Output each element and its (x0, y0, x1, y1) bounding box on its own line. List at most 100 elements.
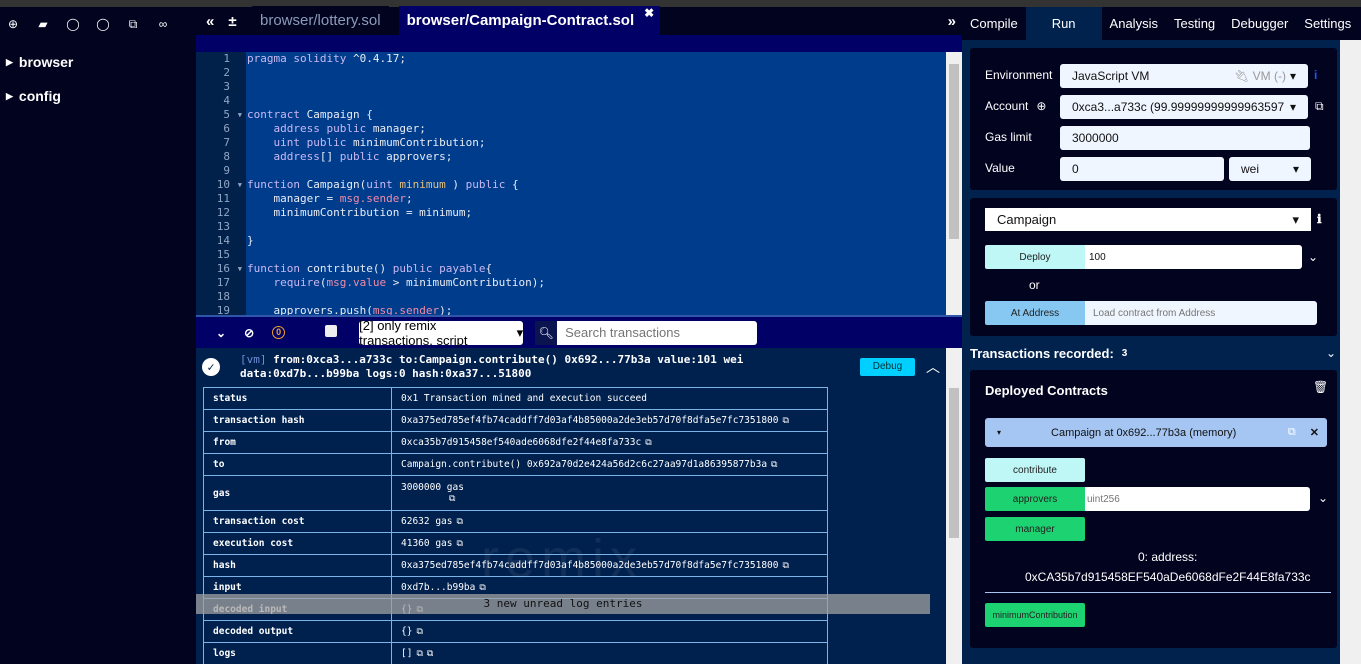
expand-recorded-icon[interactable]: ⌄ (1326, 346, 1336, 360)
new-file-icon[interactable]: ⊕ (6, 17, 20, 32)
zoom-icon[interactable]: ± (228, 13, 236, 30)
fold-icon[interactable]: ▼ (238, 108, 242, 122)
expand-approvers-icon[interactable]: ⌄ (1318, 491, 1328, 505)
value-input[interactable]: 0 (1060, 157, 1224, 181)
open-folder-icon[interactable]: ▰ (36, 17, 50, 32)
copy-address-icon[interactable]: ⧉ (1288, 426, 1296, 439)
code-editor[interactable]: 1 2 3 4 5 ▼ 6 7 8 9 10 ▼ 11 12 13 14 15 16 ▼ 17 18 19 pragma … (196, 52, 946, 315)
tx-filter-dropdown[interactable]: [2] only remix transactions, script ▾ (359, 318, 524, 348)
copy-icon[interactable]: ⧉ (416, 627, 422, 637)
unread-log-notice[interactable]: 3 new unread log entries (196, 594, 930, 614)
copy-files-icon[interactable]: ⧉ (126, 17, 140, 32)
add-account-icon[interactable]: ⊕ (1036, 99, 1046, 113)
manager-button[interactable]: manager (985, 517, 1085, 541)
line-number: 16 ▼ (216, 262, 242, 276)
copy-account-icon[interactable]: ⧉ (1315, 99, 1324, 114)
tx-detail-value: 0x1 Transaction mined and execution succ… (391, 387, 828, 410)
copy-icon[interactable]: ⧉ (416, 649, 422, 659)
tab-testing[interactable]: Testing (1166, 7, 1223, 40)
gas-limit-input[interactable]: 3000000 (1060, 126, 1310, 150)
copy-icon[interactable]: ⧉ (645, 438, 651, 448)
github-gist-icon[interactable]: ◯ (66, 17, 80, 32)
terminal-scrollbar[interactable] (946, 348, 962, 664)
approvers-index-input[interactable] (1085, 487, 1310, 511)
copy-icon[interactable]: ⧉ (783, 561, 789, 571)
contribute-button[interactable]: contribute (985, 458, 1085, 482)
tab-lottery[interactable]: browser/lottery.sol (252, 6, 389, 35)
deploy-args-input[interactable]: 100 (1085, 245, 1302, 269)
expand-args-icon[interactable]: ⌄ (1308, 250, 1318, 264)
contract-instance-header[interactable]: ▾ Campaign at 0x692...77b3a (memory) ⧉ ✕ (985, 418, 1327, 447)
copy-icon[interactable]: ⧉ (479, 583, 485, 593)
copy-icon[interactable]: ⧉ (456, 517, 462, 527)
info-icon[interactable]: i (1314, 68, 1317, 82)
close-tab-icon[interactable]: ✖ (644, 6, 654, 20)
clear-console-icon[interactable]: ⊘ (244, 326, 254, 340)
tab-debugger[interactable]: Debugger (1223, 7, 1296, 40)
window-top-bar (0, 0, 1361, 7)
debug-button[interactable]: Debug (860, 358, 915, 376)
tx-detail-value: 0xca35b7d915458ef540ade6068dfe2f44e8fa73… (391, 431, 828, 454)
fold-icon[interactable]: ▼ (238, 178, 242, 192)
trash-icon[interactable]: 🗑︎ (1313, 380, 1328, 394)
tx-detail-key: to (203, 453, 392, 476)
tab-settings[interactable]: Settings (1296, 7, 1359, 40)
code-line: address public manager; (273, 122, 426, 135)
search-transactions-input[interactable] (557, 320, 758, 345)
tab-analysis[interactable]: Analysis (1102, 7, 1166, 40)
tree-item-browser[interactable]: ▶ browser (0, 54, 195, 70)
line-number: 2 (223, 66, 230, 79)
right-scrollbar[interactable] (1340, 40, 1361, 664)
tx-detail-value: 3000000 gas ⧉ (391, 475, 828, 511)
contract-select[interactable]: Campaign ▾ (985, 208, 1311, 231)
account-label: Account ⊕ (985, 99, 1047, 113)
tab-campaign-contract[interactable]: browser/Campaign-Contract.sol ✖ (398, 6, 661, 35)
tab-compile[interactable]: Compile (962, 7, 1026, 40)
tx-detail-key: decoded output (203, 620, 392, 643)
tx-summary[interactable]: [vm] from:0xca3...a733c to:Campaign.cont… (240, 353, 743, 381)
code-line: require(msg.value > minimumContribution)… (273, 276, 546, 289)
minimum-contribution-button[interactable]: minimumContribution (985, 603, 1085, 627)
collapse-tx-icon[interactable]: ︿ (926, 357, 940, 377)
copy-icon[interactable]: ⧉ (427, 649, 433, 659)
approvers-button[interactable]: approvers (985, 487, 1085, 511)
tx-detail-value: [] ⧉ ⧉ (391, 642, 828, 664)
github-icon[interactable]: ◯ (96, 17, 110, 32)
unit-select[interactable]: wei ▾ (1229, 157, 1311, 181)
minimize-terminal-icon[interactable]: ⌄ (216, 326, 226, 340)
environment-select[interactable]: JavaScript VM 🔌︎ VM (-) ▾ (1060, 64, 1308, 88)
pending-tx-count[interactable]: 0 (272, 326, 286, 339)
deploy-button[interactable]: Deploy (985, 245, 1085, 269)
copy-icon[interactable]: ⧉ (771, 460, 777, 470)
result-label: 0: address: (1138, 550, 1198, 564)
caret-down-icon[interactable]: ▾ (997, 428, 1001, 437)
code-lines[interactable]: pragma solidity ^0.4.17; contract Campaig… (247, 52, 545, 315)
expand-right-icon[interactable]: » (942, 7, 962, 36)
copy-icon[interactable]: ⧉ (783, 416, 789, 426)
deployed-contracts-card: Deployed Contracts 🗑︎ ▾ Campaign at 0x69… (970, 370, 1337, 648)
tx-detail-row: to Campaign.contribute() 0x692a70d2e424a5… (203, 453, 828, 476)
environment-label: Environment (985, 68, 1053, 82)
copy-icon[interactable]: ⧉ (456, 539, 462, 549)
copy-icon[interactable]: ⧉ (449, 494, 455, 504)
collapse-left-icon[interactable]: « (206, 13, 214, 30)
connect-localhost-icon[interactable]: ∞ (156, 17, 170, 32)
tree-item-config[interactable]: ▶ config (0, 88, 195, 104)
line-number: 14 (216, 234, 230, 247)
line-number: 3 (223, 80, 230, 93)
tx-detail-key: execution cost (203, 532, 392, 555)
transactions-recorded[interactable]: Transactions recorded: 3 (970, 346, 1127, 361)
tab-run[interactable]: Run (1025, 7, 1102, 40)
line-number: 10 ▼ (216, 178, 242, 192)
fold-icon[interactable]: ▼ (238, 262, 242, 276)
at-address-input[interactable] (1085, 301, 1317, 325)
tx-detail-row: hash 0xa375ed785ef4fb74caddff7d03af4b8500… (203, 554, 828, 577)
editor-scrollbar[interactable] (946, 52, 962, 315)
divider (985, 592, 1331, 593)
account-select[interactable]: 0xca3...a733c (99.99999999999963597 ▾ (1060, 95, 1308, 119)
at-address-button[interactable]: At Address (985, 301, 1085, 325)
contract-info-icon[interactable]: ℹ (1317, 212, 1322, 226)
remove-instance-icon[interactable]: ✕ (1310, 426, 1319, 439)
tx-detail-row: logs[] ⧉ ⧉ (203, 642, 828, 664)
listen-network-checkbox[interactable] (325, 325, 338, 337)
